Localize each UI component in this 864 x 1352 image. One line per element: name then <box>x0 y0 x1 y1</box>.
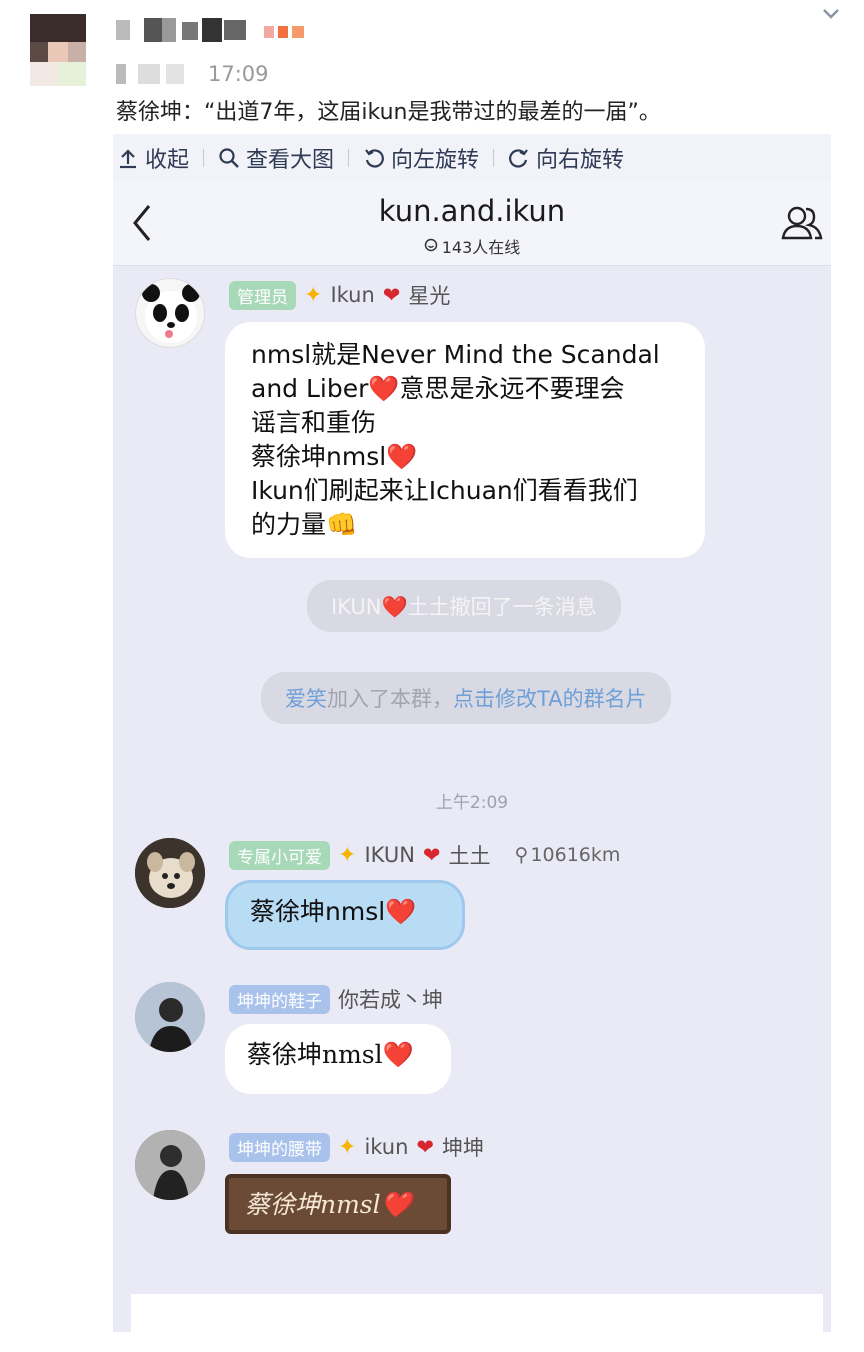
search-icon <box>218 147 240 169</box>
post-time: 17:09 <box>208 62 269 86</box>
message-bubble[interactable]: nmsl就是Never Mind the Scandal and Liber❤️… <box>225 322 705 558</box>
post-text: 蔡徐坤：“出道7年，这届ikun是我带过的最差的一届”。 <box>116 100 661 125</box>
edit-card-link[interactable]: 点击修改TA的群名片 <box>453 683 647 713</box>
join-text: 加入了本群， <box>327 687 453 711</box>
message-line: Ikun们刷起来让Ichuan们看看我们 <box>251 476 638 505</box>
sender-meta: 专属小可爱 ✦ IKUN ❤ 土土 ⚲ 10616km <box>229 840 620 870</box>
weibo-post-header: 17:09 蔡徐坤：“出道7年，这届ikun是我带过的最差的一届”。 <box>0 0 864 135</box>
heart-icon: ❤ <box>416 1135 435 1159</box>
sender-name-part: ikun <box>364 1135 409 1159</box>
sender-name-part: 坤坤 <box>442 1136 485 1160</box>
sender-name: 你若成丶坤 <box>338 988 443 1012</box>
message-text: 蔡徐坤nmsl❤️ <box>250 897 417 926</box>
join-user-link[interactable]: 爱笑 <box>285 683 327 713</box>
arrow-up-icon <box>117 147 139 169</box>
online-count-text: 143人在线 <box>441 238 521 257</box>
sparkle-icon: ✦ <box>304 282 323 308</box>
time-divider: 上午2:09 <box>435 793 509 813</box>
message-line: 谣言和重伤 <box>251 408 377 437</box>
dog-avatar[interactable] <box>135 838 205 908</box>
sender-meta: 管理员 ✦ Ikun ❤ 星光 <box>229 280 450 310</box>
chat-navbar: kun.and.ikun 143人在线 <box>113 182 831 266</box>
role-tag: 专属小可爱 <box>229 840 330 870</box>
message-line: 蔡徐坤nmsl❤️ <box>251 442 418 471</box>
user-avatar[interactable] <box>30 14 86 86</box>
sender-name-part: IKUN <box>364 843 415 867</box>
message-text: 蔡徐坤nmsl❤️ <box>247 1040 414 1069</box>
message-bubble[interactable]: 蔡徐坤nmsl❤️ <box>225 1174 451 1234</box>
recall-text: IKUN❤️土土撤回了一条消息 <box>331 595 597 619</box>
date-blur <box>116 62 202 86</box>
chat-screenshot: kun.and.ikun 143人在线 管理员 ✦ Ikun ❤ 星光 nmsl… <box>113 182 831 1332</box>
message-text: 蔡徐坤nmsl❤️ <box>245 1190 412 1219</box>
message-bubble[interactable]: 蔡徐坤nmsl❤️ <box>225 880 465 950</box>
system-join-notice: 爱笑 加入了本群， 点击修改TA的群名片 <box>261 672 671 724</box>
sender-name-part: Ikun <box>330 283 375 307</box>
user-avatar-photo[interactable] <box>135 1130 205 1200</box>
heart-icon: ❤ <box>382 283 401 307</box>
rotate-left-button[interactable]: 向左旋转 <box>363 138 479 178</box>
view-large-button[interactable]: 查看大图 <box>218 138 334 178</box>
post-timestamp: 17:09 <box>116 60 269 88</box>
sender-meta: 坤坤的腰带 ✦ ikun ❤ 坤坤 <box>229 1132 484 1162</box>
user-avatar-photo[interactable] <box>135 982 205 1052</box>
sender-name-part: 土土 <box>448 844 491 868</box>
online-icon <box>424 237 438 256</box>
bottom-cutoff-bar <box>131 1294 823 1332</box>
rotate-left-icon <box>363 147 385 169</box>
role-tag: 坤坤的鞋子 <box>229 984 330 1014</box>
panda-avatar[interactable] <box>135 278 205 348</box>
rotate-right-label: 向右旋转 <box>536 148 625 173</box>
sparkle-icon: ✦ <box>338 1134 357 1160</box>
chat-title: kun.and.ikun <box>378 194 566 228</box>
collapse-label: 收起 <box>145 148 190 173</box>
online-count: 143人在线 <box>113 234 831 258</box>
system-recall-notice: IKUN❤️土土撤回了一条消息 <box>307 580 621 632</box>
toolbar-divider <box>493 149 495 167</box>
toolbar-divider <box>348 149 350 167</box>
message-line: 的力量👊 <box>251 510 358 539</box>
sender-meta: 坤坤的鞋子 你若成丶坤 <box>229 984 443 1014</box>
sparkle-icon: ✦ <box>338 842 357 868</box>
collapse-button[interactable]: 收起 <box>117 138 189 178</box>
post-image-viewer: 收起 查看大图 向左旋转 向右旋转 kun.and.ikun 143人在线 管理… <box>113 134 831 1332</box>
message-line: nmsl就是Never Mind the Scandal <box>251 340 660 369</box>
role-tag: 管理员 <box>229 280 296 310</box>
group-members-icon[interactable] <box>779 202 825 244</box>
sender-name-part: 星光 <box>408 284 451 308</box>
rotate-left-label: 向左旋转 <box>391 148 480 173</box>
location-distance: 10616km <box>530 844 621 866</box>
rotate-right-button[interactable]: 向右旋转 <box>508 138 624 178</box>
view-large-label: 查看大图 <box>246 148 335 173</box>
toolbar-divider <box>203 149 205 167</box>
message-line: and Liber❤️意思是永远不要理会 <box>251 374 625 403</box>
heart-icon: ❤ <box>422 843 441 867</box>
expand-menu-icon[interactable] <box>820 6 842 26</box>
image-toolbar: 收起 查看大图 向左旋转 向右旋转 <box>113 134 831 182</box>
rotate-right-icon <box>508 147 530 169</box>
role-tag: 坤坤的腰带 <box>229 1132 330 1162</box>
username[interactable] <box>116 16 316 48</box>
message-bubble[interactable]: 蔡徐坤nmsl❤️ <box>225 1024 451 1094</box>
location-pin-icon: ⚲ <box>514 844 529 866</box>
